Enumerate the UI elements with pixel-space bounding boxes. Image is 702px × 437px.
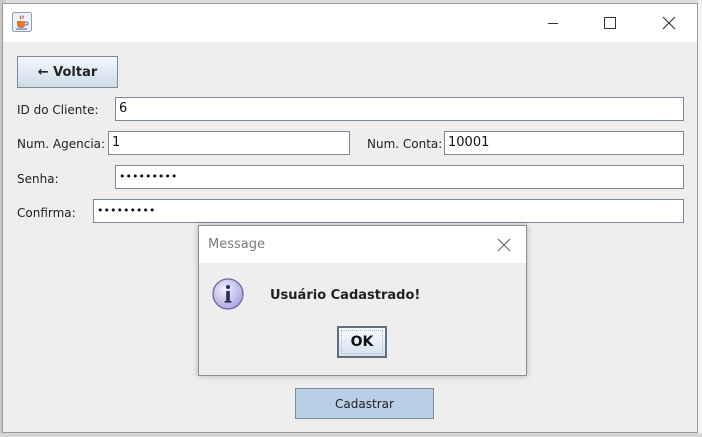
id-cliente-field[interactable]: 6 (115, 97, 684, 121)
ok-button[interactable]: OK (337, 326, 387, 358)
close-icon[interactable] (495, 236, 513, 254)
maximize-icon[interactable] (596, 12, 624, 34)
java-cup-icon[interactable] (12, 12, 32, 32)
minimize-icon[interactable] (539, 12, 567, 34)
back-button[interactable]: ← Voltar (17, 56, 118, 88)
confirma-password-field[interactable]: ••••••••• (93, 199, 684, 223)
background-window-edge-bottom (0, 433, 702, 437)
dialog-title: Message (208, 237, 265, 252)
message-dialog: Message Usuário Cadastrado! OK (198, 225, 527, 376)
cadastrar-button[interactable]: Cadastrar (295, 388, 434, 419)
senha-label: Senha: (17, 172, 59, 186)
title-bar[interactable] (3, 4, 697, 42)
senha-password-field[interactable]: ••••••••• (115, 165, 684, 189)
dialog-title-bar[interactable]: Message (199, 226, 526, 263)
id-cliente-label: ID do Cliente: (17, 103, 99, 117)
num-agencia-field[interactable]: 1 (108, 131, 350, 155)
dialog-message: Usuário Cadastrado! (270, 288, 421, 303)
background-window-edge-right (698, 0, 702, 437)
info-icon (211, 277, 245, 311)
confirma-label: Confirma: (17, 206, 76, 220)
close-icon[interactable] (655, 12, 683, 34)
num-conta-field[interactable]: 10001 (444, 131, 684, 155)
num-agencia-label: Num. Agencia: (17, 137, 106, 151)
num-conta-label: Num. Conta: (367, 137, 443, 151)
